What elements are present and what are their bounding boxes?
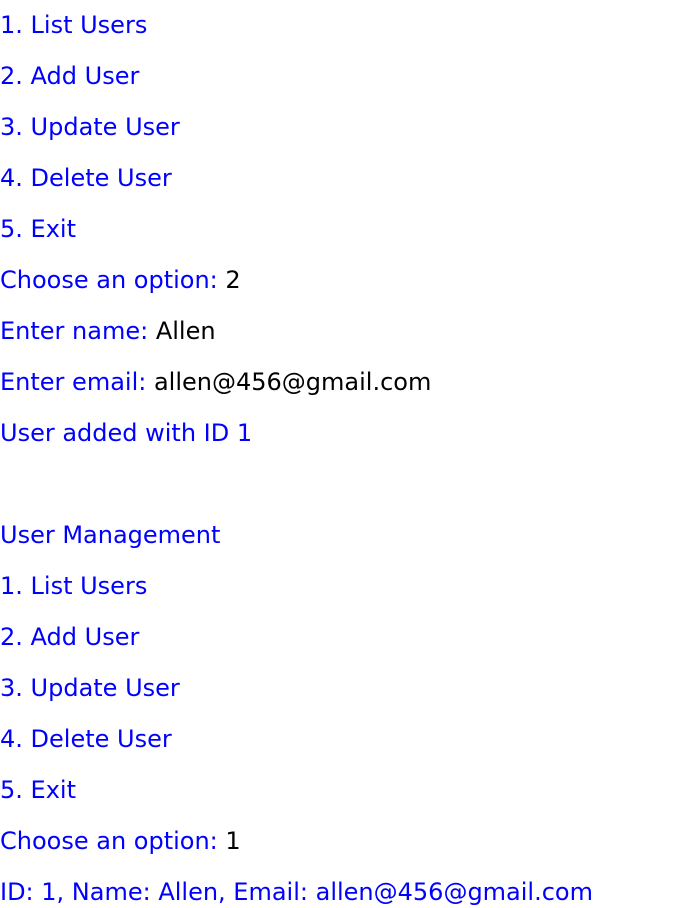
menu-item-label: 4. Delete User (0, 164, 172, 192)
menu-item-delete-user: 4. Delete User (0, 714, 676, 765)
menu-item-label: 1. List Users (0, 11, 148, 39)
user-list-row: ID: 1, Name: Allen, Email: allen@456@gma… (0, 867, 676, 908)
menu-item-label: 1. List Users (0, 572, 148, 600)
menu-title-text: User Management (0, 521, 221, 549)
menu-item-update-user: 3. Update User (0, 663, 676, 714)
menu-item-add-user: 2. Add User (0, 612, 676, 663)
user-added-message: User added with ID 1 (0, 408, 676, 459)
menu-item-label: 5. Exit (0, 776, 76, 804)
menu-item-label: 5. Exit (0, 215, 76, 243)
email-input[interactable]: allen@456@gmail.com (154, 368, 431, 396)
menu-item-add-user: 2. Add User (0, 51, 676, 102)
choose-option-input[interactable]: 2 (225, 266, 240, 294)
menu-item-label: 3. Update User (0, 113, 180, 141)
name-input[interactable]: Allen (156, 317, 216, 345)
menu-item-update-user: 3. Update User (0, 102, 676, 153)
menu-item-label: 4. Delete User (0, 725, 172, 753)
menu-item-delete-user: 4. Delete User (0, 153, 676, 204)
console-output: 1. List Users 2. Add User 3. Update User… (0, 0, 676, 908)
menu-item-exit: 5. Exit (0, 765, 676, 816)
choose-option-input[interactable]: 1 (225, 827, 240, 855)
enter-email-line: Enter email: allen@456@gmail.com (0, 357, 676, 408)
enter-name-line: Enter name: Allen (0, 306, 676, 357)
choose-option-prompt: Choose an option: (0, 827, 226, 855)
menu-title: User Management (0, 510, 676, 561)
enter-name-prompt: Enter name: (0, 317, 156, 345)
menu-item-label: 3. Update User (0, 674, 180, 702)
menu-item-list-users: 1. List Users (0, 561, 676, 612)
choose-option-line: Choose an option: 1 (0, 816, 676, 867)
choose-option-line: Choose an option: 2 (0, 255, 676, 306)
menu-item-exit: 5. Exit (0, 204, 676, 255)
user-list-text: ID: 1, Name: Allen, Email: allen@456@gma… (0, 878, 593, 906)
menu-item-label: 2. Add User (0, 623, 140, 651)
enter-email-prompt: Enter email: (0, 368, 154, 396)
choose-option-prompt: Choose an option: (0, 266, 226, 294)
user-added-text: User added with ID 1 (0, 419, 253, 447)
menu-item-label: 2. Add User (0, 62, 140, 90)
menu-item-list-users: 1. List Users (0, 0, 676, 51)
